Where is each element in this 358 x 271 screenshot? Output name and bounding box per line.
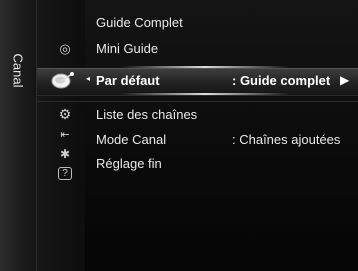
picture-icon-glyph: ◎ (59, 41, 71, 56)
menu-divider (37, 101, 358, 102)
picture-icon[interactable]: ◎ (56, 40, 74, 58)
help-icon-glyph: ? (58, 166, 72, 180)
selected-row-glow-bottom (120, 93, 290, 95)
satellite-dish-icon[interactable] (48, 68, 78, 94)
gear-icon[interactable]: ⚙ (56, 105, 74, 123)
menu-item-mode-canal[interactable]: Mode Canal (96, 132, 166, 147)
gear-icon-glyph: ⚙ (58, 105, 72, 122)
menu-item-par-defaut[interactable]: Par défaut (96, 73, 160, 88)
menu-item-mode-canal-value[interactable]: : Chaînes ajoutées (232, 132, 340, 147)
input-icon-glyph: ⇤ (60, 128, 70, 141)
menu-item-guide-complet[interactable]: Guide Complet (96, 15, 183, 30)
channel-menu-screen: Canal ◎ ◂ ⚙ ⇤ ✱ ? Guide Complet Mini Gui… (0, 0, 358, 271)
category-label: Canal (2, 40, 34, 100)
menu-item-mini-guide[interactable]: Mini Guide (96, 41, 158, 56)
help-icon[interactable]: ? (56, 164, 74, 182)
selection-right-arrow-icon[interactable]: ▶ (340, 73, 349, 87)
menu-item-liste-des-chaines[interactable]: Liste des chaînes (96, 107, 197, 122)
menu-item-par-defaut-value[interactable]: : Guide complet (232, 73, 330, 88)
selected-row-glow-top (120, 66, 290, 68)
input-icon[interactable]: ⇤ (56, 125, 74, 143)
category-label-text: Canal (10, 53, 26, 87)
satellite-dish-icon-graphic (51, 72, 74, 89)
application-icon[interactable]: ✱ (56, 145, 74, 163)
category-strip: Canal (0, 0, 37, 271)
menu-item-reglage-fin[interactable]: Réglage fin (96, 156, 162, 171)
application-icon-glyph: ✱ (59, 147, 71, 161)
selection-left-arrow-icon: ◂ (86, 74, 91, 83)
